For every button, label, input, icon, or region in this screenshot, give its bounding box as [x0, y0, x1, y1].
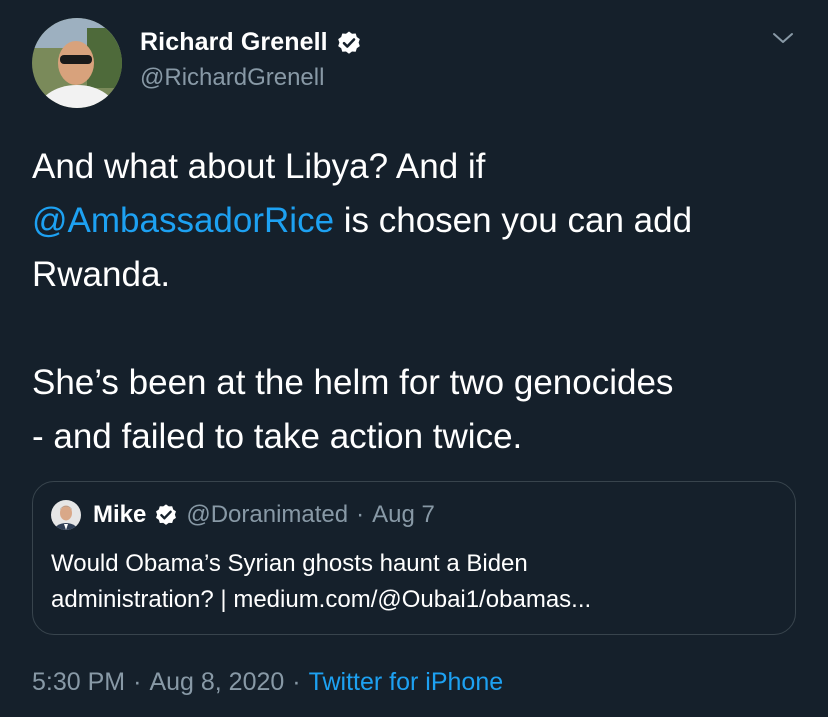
tweet-line: - and failed to take action twice.	[32, 410, 802, 464]
chevron-down-icon[interactable]	[772, 30, 794, 46]
verified-badge-icon	[336, 30, 362, 56]
quoted-tweet-card[interactable]: Mike @Doranimated · Aug 7 Would Obama’s …	[32, 481, 796, 635]
quoted-author-handle: @Doranimated	[186, 501, 349, 528]
tweet-line-text: She’s been at the helm for two genocides	[32, 363, 674, 402]
quoted-author-name: Mike	[93, 501, 147, 528]
tweet-line-text: is chosen you can add	[334, 201, 693, 240]
separator-dot: ·	[133, 668, 142, 696]
tweet-source-link[interactable]: Twitter for iPhone	[309, 668, 504, 697]
tweet-date[interactable]: Aug 8, 2020	[149, 668, 284, 697]
mention-link[interactable]: @AmbassadorRice	[32, 201, 334, 240]
quoted-tweet-text: Would Obama’s Syrian ghosts haunt a Bide…	[51, 546, 771, 618]
tweet-line: @AmbassadorRice is chosen you can add	[32, 194, 802, 248]
quoted-author-avatar	[51, 500, 81, 530]
separator-dot: ·	[292, 668, 301, 696]
tweet-time[interactable]: 5:30 PM	[32, 668, 125, 697]
quoted-tweet-header: Mike @Doranimated · Aug 7	[51, 500, 435, 530]
tweet-line-text: Rwanda.	[32, 255, 171, 294]
author-name-row[interactable]: Richard Grenell	[140, 28, 362, 57]
author-avatar[interactable]	[32, 18, 122, 108]
tweet-line: She’s been at the helm for two genocides	[32, 356, 802, 410]
tweet-line-text: - and failed to take action twice.	[32, 417, 523, 456]
tweet-line-text: And what about Libya? And if	[32, 147, 486, 186]
quoted-tweet-date: Aug 7	[372, 501, 435, 528]
tweet-line: Rwanda.	[32, 248, 802, 302]
quoted-tweet-line: Would Obama’s Syrian ghosts haunt a Bide…	[51, 550, 528, 577]
quoted-tweet-line: administration? | medium.com/@Oubai1/oba…	[51, 586, 592, 613]
author-handle[interactable]: @RichardGrenell	[140, 64, 324, 92]
tweet-line: And what about Libya? And if	[32, 140, 802, 194]
tweet-text: And what about Libya? And if @Ambassador…	[32, 140, 802, 464]
author-name[interactable]: Richard Grenell	[140, 28, 328, 57]
separator-dot: ·	[356, 501, 365, 528]
verified-badge-icon	[154, 503, 178, 527]
tweet-metadata: 5:30 PM · Aug 8, 2020 · Twitter for iPho…	[32, 668, 503, 697]
